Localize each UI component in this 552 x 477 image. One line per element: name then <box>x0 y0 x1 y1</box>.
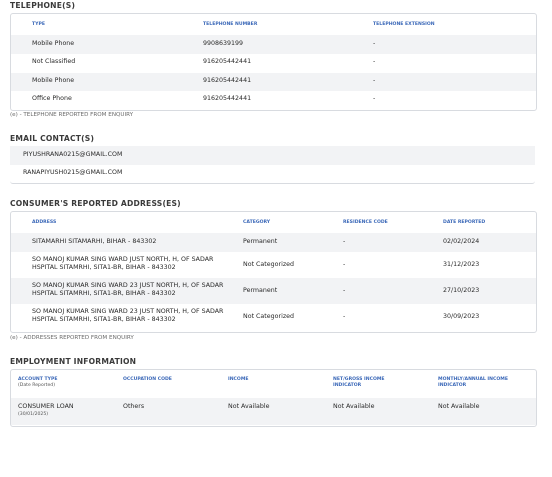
address-section-title: CONSUMER'S REPORTED ADDRESS(ES) <box>10 199 181 208</box>
telephone-extension: - <box>373 40 376 47</box>
employment-table: ACCOUNT TYPE (Date Reported) OCCUPATION … <box>10 369 537 427</box>
telephone-header-extension: TELEPHONE EXTENSION <box>373 22 435 27</box>
table-row: SO MANOJ KUMAR SING WARD JUST NORTH, H, … <box>11 252 536 278</box>
table-row: SITAMARHI SITAMARHI, BIHAR - 843302 Perm… <box>11 233 536 252</box>
credit-report-page: TELEPHONE(S) TYPE TELEPHONE NUMBER TELEP… <box>0 0 552 477</box>
telephone-extension: - <box>373 77 376 84</box>
telephone-number: 916205442441 <box>203 58 252 65</box>
address-text: SO MANOJ KUMAR SING WARD JUST NORTH, H, … <box>32 256 214 271</box>
email-address: PIYUSHRANA0215@GMAIL.COM <box>23 151 123 158</box>
employment-header-monthly-annual: MONTHLY/ANNUAL INCOME INDICATOR <box>438 377 508 388</box>
address-note: (e) - ADDRESSES REPORTED FROM ENQUIRY <box>10 335 134 341</box>
employment-income: Not Available <box>228 403 270 410</box>
address-table: ADDRESS CATEGORY RESIDENCE CODE DATE REP… <box>10 211 537 333</box>
telephone-table: TYPE TELEPHONE NUMBER TELEPHONE EXTENSIO… <box>10 13 537 111</box>
email-section-title: EMAIL CONTACT(S) <box>10 134 95 143</box>
address-category: Permanent <box>243 287 278 294</box>
telephone-section-title: TELEPHONE(S) <box>10 1 76 10</box>
table-row: SO MANOJ KUMAR SING WARD 23 JUST NORTH, … <box>11 278 536 304</box>
address-header-residence: RESIDENCE CODE <box>343 220 388 225</box>
address-header-category: CATEGORY <box>243 220 271 225</box>
list-item: RANAPIYUSH0215@GMAIL.COM <box>10 165 535 183</box>
address-category: Not Categorized <box>243 313 294 320</box>
list-item: PIYUSHRANA0215@GMAIL.COM <box>10 146 535 165</box>
employment-account-type: CONSUMER LOAN <box>18 403 74 410</box>
telephone-extension: - <box>373 95 376 102</box>
employment-section-title: EMPLOYMENT INFORMATION <box>10 357 137 366</box>
employment-header-date-sub: (Date Reported) <box>18 382 55 388</box>
table-row: Mobile Phone 9908639199 - <box>11 35 536 54</box>
employment-header-account-type: ACCOUNT TYPE (Date Reported) <box>18 377 57 388</box>
telephone-number: 916205442441 <box>203 95 252 102</box>
employment-net-gross: Not Available <box>333 403 375 410</box>
address-header-address: ADDRESS <box>32 220 57 225</box>
address-category: Permanent <box>243 238 278 245</box>
address-text: SITAMARHI SITAMARHI, BIHAR - 843302 <box>32 238 157 245</box>
table-row: Mobile Phone 916205442441 - <box>11 73 536 91</box>
address-residence-code: - <box>343 261 346 268</box>
telephone-type: Not Classified <box>32 58 76 65</box>
employment-occupation: Others <box>123 403 145 410</box>
employment-header-income: INCOME <box>228 377 249 382</box>
telephone-type: Mobile Phone <box>32 77 75 84</box>
table-row: Office Phone 916205442441 - <box>11 91 536 109</box>
email-address: RANAPIYUSH0215@GMAIL.COM <box>23 169 123 176</box>
address-date: 30/09/2023 <box>443 313 480 320</box>
address-residence-code: - <box>343 313 346 320</box>
telephone-type: Mobile Phone <box>32 40 75 47</box>
address-date: 02/02/2024 <box>443 238 480 245</box>
telephone-number: 9908639199 <box>203 40 244 47</box>
employment-header-account-type-label: ACCOUNT TYPE <box>18 377 58 382</box>
address-header-date: DATE REPORTED <box>443 220 486 225</box>
address-text: SO MANOJ KUMAR SING WARD 23 JUST NORTH, … <box>32 308 224 323</box>
address-date: 27/10/2023 <box>443 287 480 294</box>
telephone-note: (e) - TELEPHONE REPORTED FROM ENQUIRY <box>10 112 134 118</box>
address-residence-code: - <box>343 287 346 294</box>
email-table: PIYUSHRANA0215@GMAIL.COM RANAPIYUSH0215@… <box>10 146 535 184</box>
table-row: Not Classified 916205442441 - <box>11 54 536 73</box>
address-residence-code: - <box>343 238 346 245</box>
employment-header-net-gross: NET/GROSS INCOME INDICATOR <box>333 377 385 388</box>
telephone-extension: - <box>373 58 376 65</box>
table-row: SO MANOJ KUMAR SING WARD 23 JUST NORTH, … <box>11 304 536 331</box>
table-row: CONSUMER LOAN (30/01/2025) Others Not Av… <box>11 398 536 425</box>
telephone-header-type: TYPE <box>32 22 45 27</box>
telephone-header-number: TELEPHONE NUMBER <box>203 22 258 27</box>
employment-monthly-annual: Not Available <box>438 403 480 410</box>
employment-header-occupation: OCCUPATION CODE <box>123 377 172 382</box>
address-category: Not Categorized <box>243 261 294 268</box>
telephone-number: 916205442441 <box>203 77 252 84</box>
address-text: SO MANOJ KUMAR SING WARD 23 JUST NORTH, … <box>32 282 224 297</box>
employment-date: (30/01/2025) <box>18 412 49 417</box>
address-date: 31/12/2023 <box>443 261 480 268</box>
telephone-type: Office Phone <box>32 95 72 102</box>
